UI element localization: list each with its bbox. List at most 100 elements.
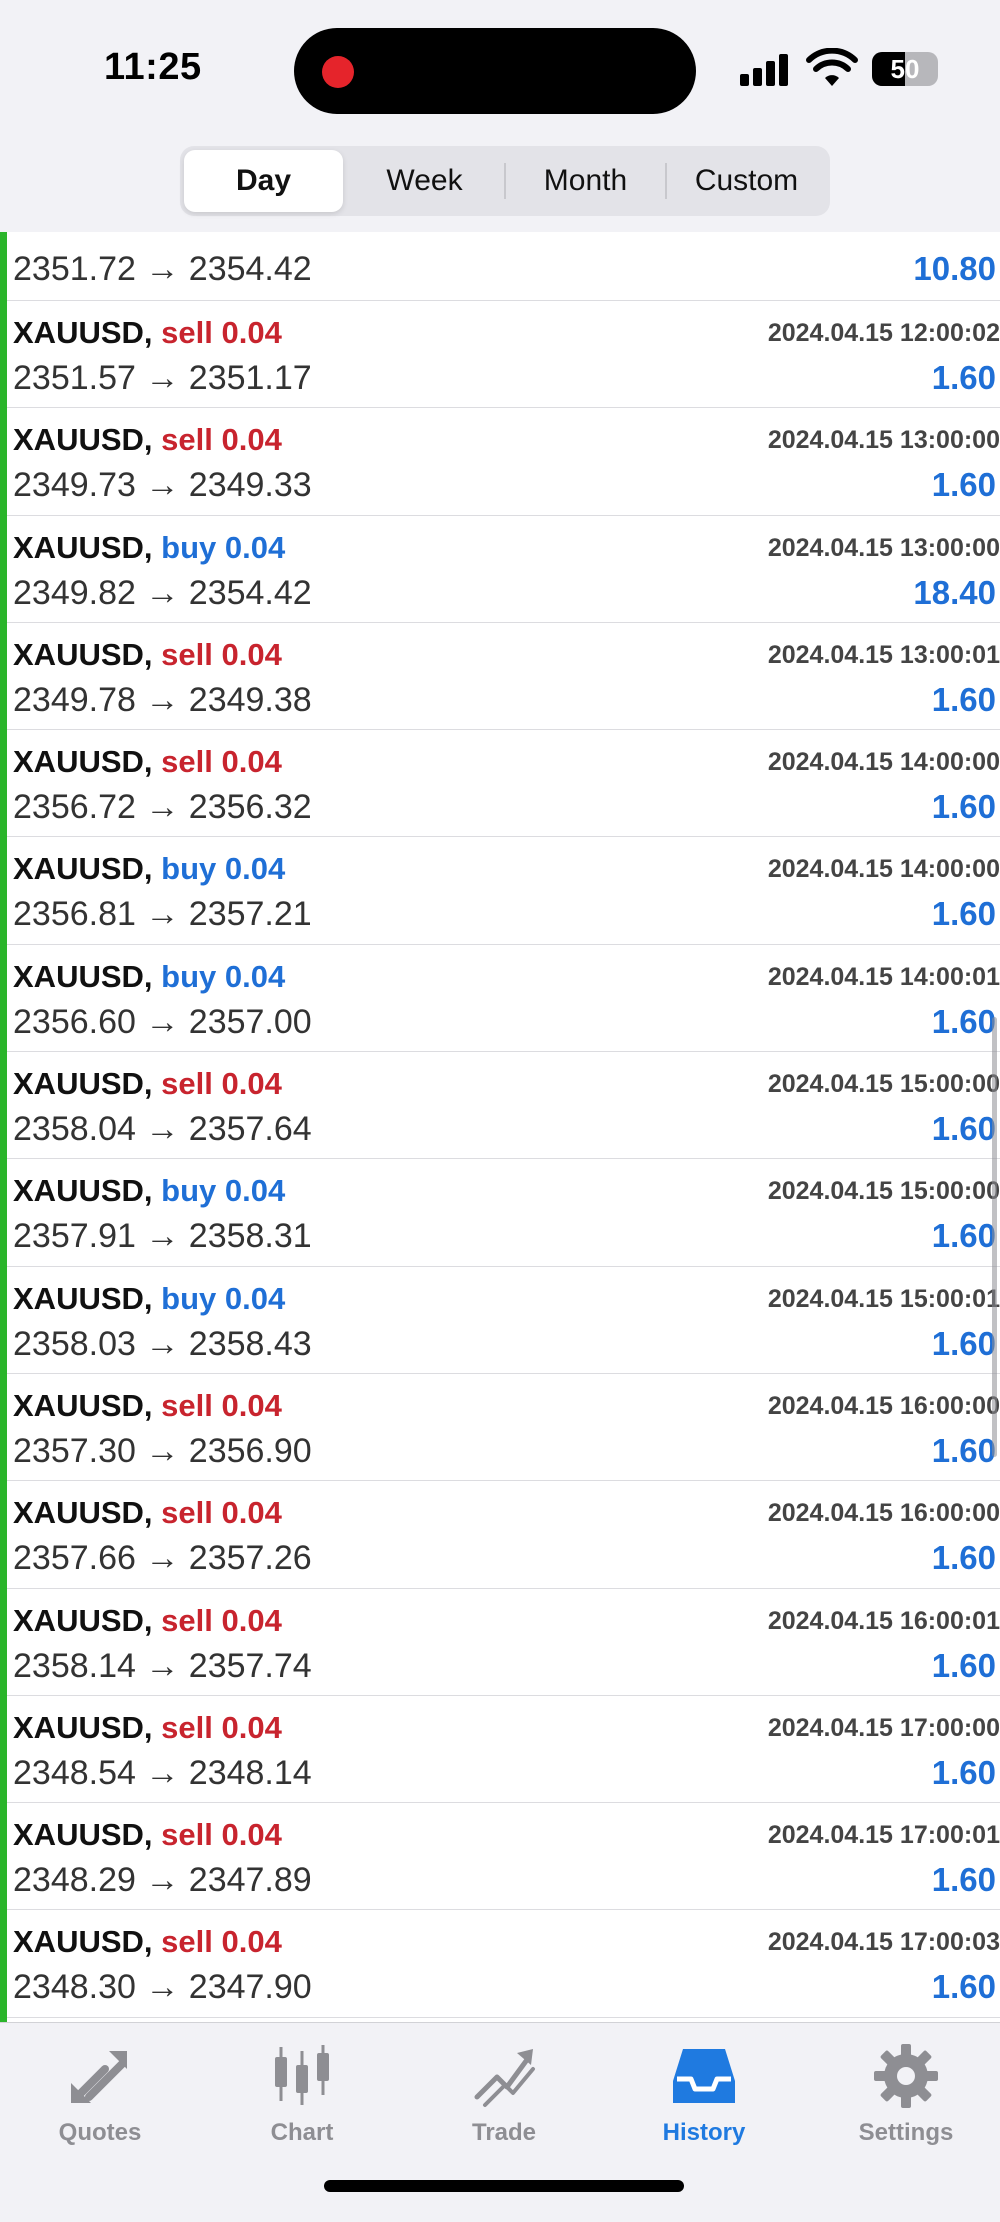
trade-row[interactable]: XAUUSD, sell 0.04 2024.04.15 12:00:02 2351… (0, 301, 1000, 409)
trade-volume: 0.04 (221, 1817, 282, 1853)
trade-profit: 1.60 (931, 1968, 996, 2006)
trade-row[interactable]: XAUUSD, sell 0.04 2024.04.15 16:00:01 2358… (0, 1589, 1000, 1696)
trade-symbol: XAUUSD, (13, 1602, 153, 1638)
trade-title: XAUUSD, sell 0.04 (13, 315, 282, 351)
home-indicator (324, 2180, 684, 2192)
tab-settings[interactable]: Settings (836, 2041, 976, 2147)
trade-row[interactable]: XAUUSD, sell 0.04 2024.04.15 13:00:01 2349… (0, 623, 1000, 731)
trade-time: 2024.04.15 14:00:00 (767, 855, 1000, 884)
trade-title: XAUUSD, sell 0.04 (13, 1388, 282, 1424)
history-icon (673, 2049, 735, 2103)
period-segmented-control: Day Week Month Custom (180, 146, 830, 216)
trade-row[interactable]: XAUUSD, buy 0.04 2024.04.15 13:00:00 2349.… (0, 516, 1000, 623)
trade-side: sell (161, 1495, 213, 1531)
trade-side: buy (161, 1173, 217, 1209)
trade-profit: 1.60 (931, 788, 996, 826)
tab-label: Chart (270, 2119, 334, 2146)
trade-profit: 1.60 (931, 1431, 996, 1469)
trade-prices: 2356.60 → 2357.00 (13, 1002, 312, 1041)
trade-side: sell (161, 636, 213, 672)
trade-row[interactable]: XAUUSD, sell 0.04 2024.04.15 17:00:01 2348… (0, 1803, 1000, 1911)
trade-row[interactable]: XAUUSD, sell 0.04 2024.04.15 15:00:00 2358… (0, 1052, 1000, 1160)
trade-time: 2024.04.15 14:00:00 (767, 748, 1000, 777)
trade-prices: 2348.29 → 2347.89 (13, 1861, 312, 1900)
trade-time: 2024.04.15 16:00:00 (767, 1391, 1000, 1420)
trade-symbol: XAUUSD, (13, 1280, 153, 1316)
tab-history[interactable]: History (634, 2041, 774, 2147)
trade-prices: 2356.81 → 2357.21 (13, 895, 312, 934)
battery-icon: 50 (872, 52, 938, 86)
trade-title: XAUUSD, buy 0.04 (13, 959, 285, 995)
quotes-icon (71, 2051, 127, 2103)
cellular-signal-icon (740, 52, 794, 86)
trade-row[interactable]: XAUUSD, buy 0.04 2024.04.15 15:00:00 2357.… (0, 1159, 1000, 1267)
trade-time: 2024.04.15 17:00:01 (767, 1821, 1000, 1850)
trade-prices: 2357.91 → 2358.31 (13, 1217, 312, 1256)
trade-volume: 0.04 (221, 315, 282, 350)
tab-label: Quotes (58, 2119, 142, 2146)
battery-percent: 50 (890, 54, 920, 84)
chart-icon (275, 2045, 329, 2105)
trade-symbol: XAUUSD, (13, 851, 153, 887)
segment-month[interactable]: Month (506, 150, 665, 212)
trade-title: XAUUSD, sell 0.04 (13, 422, 282, 458)
trade-title: XAUUSD, sell 0.04 (13, 1495, 282, 1531)
trade-symbol: XAUUSD, (13, 1173, 153, 1209)
trade-prices: 2357.30 → 2356.90 (13, 1431, 312, 1470)
trade-row[interactable]: XAUUSD, sell 0.04 2024.04.15 16:00:00 2357… (0, 1481, 1000, 1589)
trade-prices: 2349.82 → 2354.42 (13, 573, 312, 612)
trade-symbol: XAUUSD, (13, 422, 153, 458)
trade-prices: 2348.30 → 2347.90 (13, 1968, 312, 2007)
trade-icon (474, 2049, 535, 2107)
tab-bar: Quotes Chart Trade History Settings (0, 2022, 1000, 2222)
trade-time: 2024.04.15 17:00:00 (767, 1713, 1000, 1742)
trade-symbol: XAUUSD, (13, 958, 153, 994)
trade-profit: 10.80 (913, 250, 996, 287)
trade-profit: 1.60 (931, 1002, 996, 1040)
trade-side: buy (161, 851, 217, 887)
trade-time: 2024.04.15 13:00:00 (767, 533, 1000, 562)
status-bar: 11:25 50 (0, 0, 1000, 140)
trade-time: 2024.04.15 16:00:00 (767, 1499, 1000, 1528)
trade-prices: 2356.72 → 2356.32 (13, 788, 312, 827)
trade-time: 2024.04.15 15:00:00 (767, 1070, 1000, 1099)
trade-profit: 1.60 (931, 1217, 996, 1255)
trade-title: XAUUSD, sell 0.04 (13, 1817, 282, 1853)
trade-row[interactable]: XAUUSD, sell 0.04 2024.04.15 13:00:00 2349… (0, 408, 1000, 516)
trade-row[interactable]: XAUUSD, sell 0.04 2024.04.15 14:00:00 2356… (0, 730, 1000, 838)
trade-row[interactable]: XAUUSD, sell 0.04 2024.04.15 17:00:00 2348… (0, 1696, 1000, 1804)
segment-day[interactable]: Day (184, 150, 343, 212)
tab-label: History (662, 2119, 746, 2146)
trade-side: sell (161, 744, 213, 780)
trade-symbol: XAUUSD, (13, 1495, 153, 1531)
trade-volume: 0.04 (224, 1280, 286, 1316)
trade-prices: 2358.03 → 2358.43 (13, 1324, 312, 1363)
trade-volume: 0.04 (224, 851, 286, 887)
segment-week[interactable]: Week (345, 150, 504, 212)
trade-row[interactable]: XAUUSD, buy 0.04 2024.04.15 15:00:01 2358.… (0, 1267, 1000, 1374)
trade-row[interactable]: XAUUSD, sell 0.04 2024.04.15 16:00:00 2357… (0, 1374, 1000, 1482)
trade-title: XAUUSD, sell 0.04 (13, 637, 282, 673)
trade-side: sell (161, 315, 213, 350)
trade-symbol: XAUUSD, (13, 315, 153, 350)
tab-trade[interactable]: Trade (434, 2041, 574, 2147)
history-list[interactable]: 2351.72 → 2354.42 10.80 XAUUSD, sell 0.04 2… (0, 232, 1000, 2022)
trade-volume: 0.04 (221, 1066, 282, 1102)
trade-volume: 0.04 (221, 1495, 282, 1531)
tab-quotes[interactable]: Quotes (30, 2041, 170, 2147)
tab-label: Trade (471, 2119, 537, 2146)
trade-row[interactable]: XAUUSD, sell 0.04 2024.04.15 17:00:03 2348… (0, 1910, 1000, 2018)
trade-prices: 2357.66 → 2357.26 (13, 1539, 312, 1578)
scrollbar[interactable] (992, 1017, 997, 1457)
tab-chart[interactable]: Chart (232, 2041, 372, 2147)
balance-indicator-bar (0, 232, 7, 2022)
dynamic-island (294, 28, 696, 114)
trade-volume: 0.04 (224, 1173, 286, 1209)
segment-custom[interactable]: Custom (667, 150, 826, 212)
trade-row[interactable]: XAUUSD, buy 0.04 2024.04.15 14:00:00 2356.… (0, 837, 1000, 945)
trade-row[interactable]: 2351.72 → 2354.42 10.80 (0, 232, 1000, 301)
trade-prices: 2351.72 → 2354.42 (13, 250, 312, 288)
trade-row[interactable]: XAUUSD, buy 0.04 2024.04.15 14:00:01 2356.… (0, 945, 1000, 1053)
trade-volume: 0.04 (224, 958, 286, 994)
trade-time: 2024.04.15 15:00:01 (767, 1284, 1000, 1313)
